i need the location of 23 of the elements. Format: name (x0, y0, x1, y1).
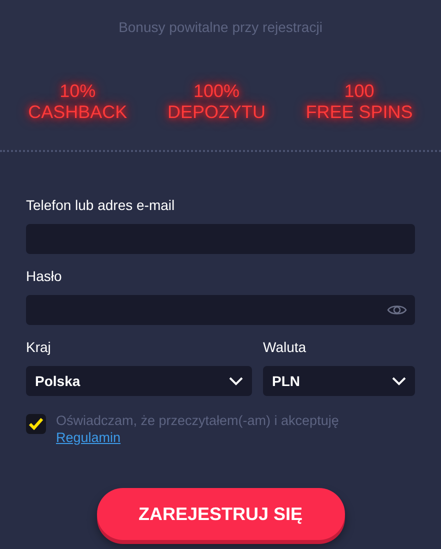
register-button[interactable]: ZAREJESTRUJ SIĘ (96, 488, 344, 540)
bonus-value: 10% (60, 81, 96, 102)
terms-link[interactable]: Regulamin (56, 430, 121, 445)
bonus-label: DEPOZYTU (167, 102, 266, 123)
consent-text: Oświadczam, że przeczytałem(-am) i akceptuję Regulamin (56, 412, 340, 446)
password-input[interactable] (26, 295, 415, 325)
eye-icon[interactable] (387, 303, 407, 317)
country-select[interactable]: Polska (26, 366, 252, 396)
chevron-down-icon (392, 376, 406, 386)
bonus-label: CASHBACK (28, 102, 128, 123)
bonus-heading: Bonusy powitalne przy rejestracji (118, 18, 322, 37)
field-label: Hasło (26, 267, 63, 286)
field-label: Kraj (26, 338, 52, 357)
consent-checkbox[interactable] (26, 414, 46, 434)
bonus-value: 100 (344, 81, 374, 102)
field-label: Waluta (263, 338, 308, 357)
checkmark-icon (29, 418, 43, 430)
login-input[interactable] (26, 224, 415, 254)
chevron-down-icon (229, 376, 243, 386)
currency-select[interactable]: PLN (263, 366, 415, 396)
bonus-value: 100% (193, 81, 240, 102)
field-label: Telefon lub adres e-mail (26, 196, 176, 215)
bonus-label: FREE SPINS (306, 102, 413, 123)
